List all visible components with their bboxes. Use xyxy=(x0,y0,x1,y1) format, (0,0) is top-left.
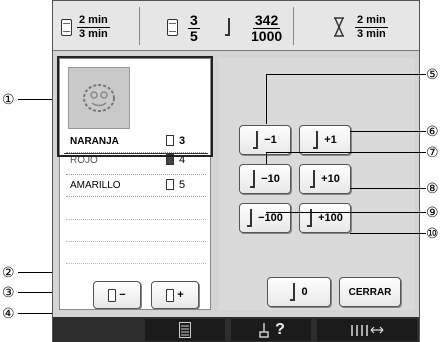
callout-7: ⑦ xyxy=(426,144,439,160)
color-order: 5 xyxy=(179,179,186,191)
time-total: 3 min xyxy=(79,28,108,40)
thread-info-panel: 2 min 3 min 3 5 342 1000 2 min 3 min NAR… xyxy=(52,0,420,342)
callout-5-vline xyxy=(266,74,267,124)
time-fraction: 2 min 3 min xyxy=(77,14,110,41)
stitch-plus-10-button[interactable]: +10 xyxy=(299,164,351,194)
color-row[interactable]: AMARILLO 5 xyxy=(66,175,206,197)
empty-row xyxy=(66,241,206,242)
selected-color-highlight xyxy=(57,56,213,157)
stitch-minus-10-label: −10 xyxy=(261,173,280,185)
spool-icon xyxy=(108,288,117,302)
previous-color-label: − xyxy=(119,289,126,301)
time-spool-icon xyxy=(61,19,72,36)
callout-10: ⑩ xyxy=(426,225,439,241)
stitch-plus-100-label: +100 xyxy=(318,212,343,224)
thread-width-button[interactable] xyxy=(317,319,417,341)
needle-icon xyxy=(310,170,318,188)
callout-1: ① xyxy=(2,91,15,107)
next-color-label: + xyxy=(177,289,184,301)
stitch-minus-1-button[interactable]: −1 xyxy=(239,125,291,155)
machine-icon xyxy=(259,323,269,338)
close-button[interactable]: CERRAR xyxy=(339,277,401,307)
bottom-toolbar: ? xyxy=(53,317,419,342)
color-spool-icon xyxy=(167,19,178,36)
callout-3: ③ xyxy=(2,284,15,300)
callout-6-line xyxy=(350,131,426,132)
status-bar: 2 min 3 min 3 5 342 1000 2 min 3 min xyxy=(53,1,419,51)
stitch-needle-icon xyxy=(225,18,233,36)
thread-width-icon xyxy=(351,325,384,336)
callout-7-vline xyxy=(266,152,267,164)
stitch-reset-button[interactable]: 0 xyxy=(267,277,331,307)
stitch-reset-label: 0 xyxy=(301,286,308,298)
status-divider xyxy=(293,7,294,45)
color-total: 5 xyxy=(190,28,198,44)
close-button-label: CERRAR xyxy=(348,286,392,298)
callout-6: ⑥ xyxy=(426,123,439,139)
stitch-minus-100-label: −100 xyxy=(258,212,283,224)
needle-icon xyxy=(290,283,298,301)
remaining-time-total: 3 min xyxy=(357,28,386,40)
needle-icon xyxy=(247,209,255,227)
stitch-total: 1000 xyxy=(251,28,283,44)
callout-8-line xyxy=(350,188,426,189)
stitch-plus-100-button[interactable]: +100 xyxy=(299,203,351,233)
next-color-button[interactable]: + xyxy=(151,281,199,309)
previous-color-button[interactable]: − xyxy=(93,281,141,309)
remaining-time-current: 2 min xyxy=(355,14,388,28)
help-button[interactable]: ? xyxy=(231,319,311,341)
callout-7-line xyxy=(266,152,426,153)
callout-9-line xyxy=(266,212,426,213)
color-name: AMARILLO xyxy=(70,180,121,191)
callout-10-line xyxy=(350,233,426,234)
stitch-minus-10-button[interactable]: −10 xyxy=(239,164,291,194)
color-fraction: 3 5 xyxy=(188,13,200,44)
thread-order-button[interactable] xyxy=(145,319,225,341)
stitch-plus-10-label: +10 xyxy=(321,173,340,185)
stitch-minus-100-button[interactable]: −100 xyxy=(239,203,291,233)
needle-icon xyxy=(313,131,321,149)
callout-4: ④ xyxy=(2,305,15,321)
time-current: 2 min xyxy=(77,14,110,28)
status-divider xyxy=(139,7,140,45)
callout-8: ⑧ xyxy=(426,180,439,196)
needle-icon xyxy=(250,170,258,188)
hourglass-icon xyxy=(334,17,344,37)
stitch-plus-1-button[interactable]: +1 xyxy=(299,125,351,155)
callout-5: ⑤ xyxy=(426,66,439,82)
callout-9: ⑨ xyxy=(426,204,439,220)
stitch-current: 342 xyxy=(252,12,281,29)
needle-icon xyxy=(253,131,261,149)
stitch-minus-1-label: −1 xyxy=(264,134,277,146)
callout-2: ② xyxy=(2,264,15,280)
empty-row xyxy=(66,263,206,264)
remaining-time-fraction: 2 min 3 min xyxy=(355,14,388,41)
color-current: 3 xyxy=(188,12,200,29)
list-icon xyxy=(179,322,191,338)
stitch-plus-1-label: +1 xyxy=(324,134,337,146)
spool-icon xyxy=(166,179,174,190)
empty-row xyxy=(66,219,206,220)
stitch-fraction: 342 1000 xyxy=(249,13,284,44)
spool-icon xyxy=(166,288,175,302)
help-label: ? xyxy=(275,321,285,338)
callout-5-line xyxy=(266,74,426,75)
